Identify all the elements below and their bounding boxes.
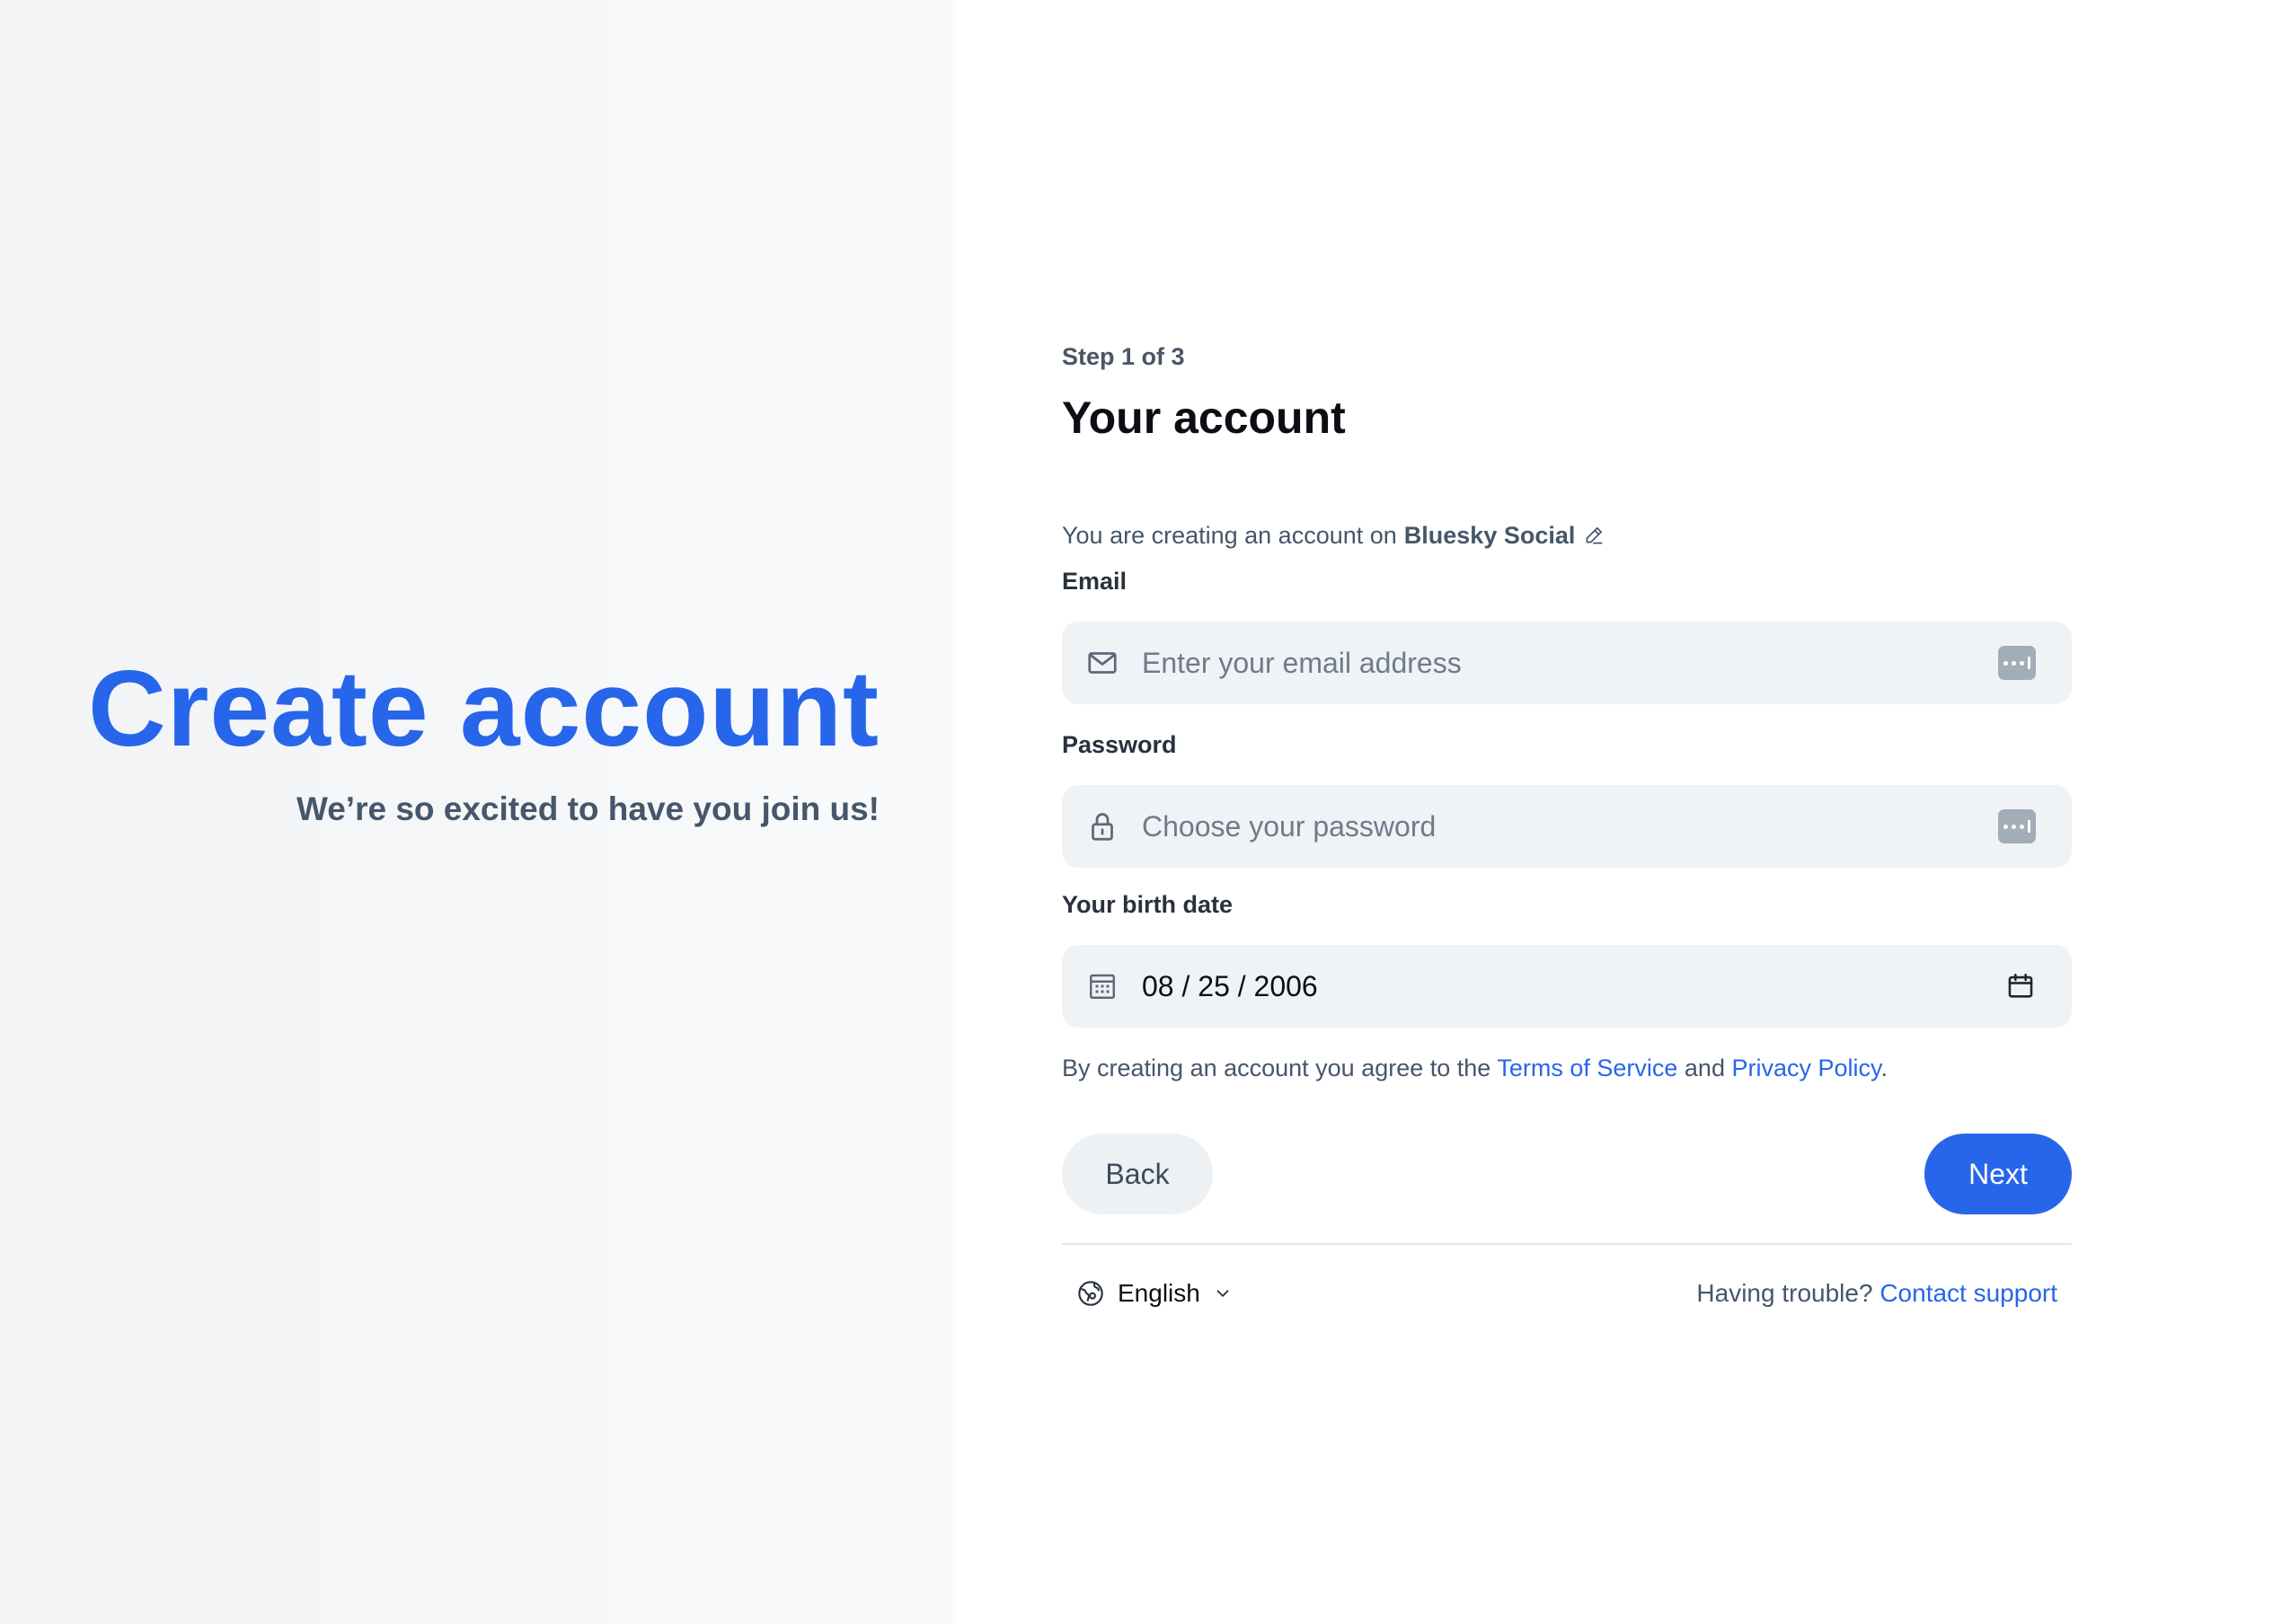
next-button[interactable]: Next — [1924, 1134, 2072, 1214]
page-title: Your account — [1062, 393, 1346, 443]
language-selector[interactable]: English — [1076, 1279, 1233, 1308]
language-label: English — [1118, 1279, 1200, 1307]
terms-and: and — [1684, 1055, 1725, 1081]
email-label: Email — [1062, 568, 1128, 595]
password-input[interactable] — [1142, 809, 1998, 843]
birthdate-value[interactable]: 08 / 25 / 2006 — [1142, 970, 2005, 1003]
terms-of-service-link[interactable]: Terms of Service — [1497, 1055, 1677, 1081]
email-field[interactable] — [1062, 622, 2072, 704]
pencil-icon[interactable] — [1582, 524, 1605, 547]
signup-form: Step 1 of 3 Your account You are creatin… — [1062, 343, 2072, 1308]
service-provider-line: You are creating an account on Bluesky S… — [1062, 516, 2072, 555]
password-label: Password — [1062, 731, 1177, 758]
terms-notice: By creating an account you agree to the … — [1062, 1055, 2072, 1094]
birthdate-field[interactable]: 08 / 25 / 2006 — [1062, 945, 2072, 1028]
terms-prefix: By creating an account you agree to the — [1062, 1055, 1491, 1081]
signup-page: Create account We’re so excited to have … — [0, 0, 2273, 1624]
password-key-icon[interactable] — [1998, 646, 2036, 680]
calendar-grid-icon — [1086, 970, 1119, 1002]
email-input[interactable] — [1142, 646, 1998, 680]
password-field[interactable] — [1062, 785, 2072, 868]
contact-support-link[interactable]: Contact support — [1879, 1279, 2057, 1307]
form-actions: Back Next — [1062, 1134, 2072, 1214]
support-line: Having trouble? Contact support — [1696, 1279, 2057, 1308]
globe-icon — [1076, 1279, 1105, 1308]
form-footer: English Having trouble? Contact support — [1062, 1279, 2072, 1308]
hero-panel: Create account We’re so excited to have … — [0, 0, 956, 1624]
password-key-icon[interactable] — [1998, 809, 2036, 843]
birthdate-label: Your birth date — [1062, 891, 1234, 918]
envelope-icon — [1086, 647, 1119, 679]
divider — [1062, 1243, 2072, 1245]
lock-icon — [1086, 810, 1119, 843]
back-button[interactable]: Back — [1062, 1134, 1213, 1214]
service-name[interactable]: Bluesky Social — [1404, 522, 1576, 550]
terms-suffix: . — [1880, 1055, 1888, 1081]
step-indicator: Step 1 of 3 — [1062, 343, 1185, 370]
hero-title: Create account — [88, 649, 880, 769]
support-prefix: Having trouble? — [1696, 1279, 1873, 1307]
privacy-policy-link[interactable]: Privacy Policy — [1731, 1055, 1880, 1081]
calendar-icon[interactable] — [2005, 971, 2036, 1002]
service-prefix: You are creating an account on — [1062, 521, 1397, 549]
form-panel: Step 1 of 3 Your account You are creatin… — [956, 0, 2273, 1624]
hero-subtitle: We’re so excited to have you join us! — [296, 790, 880, 827]
chevron-down-icon — [1213, 1284, 1233, 1303]
